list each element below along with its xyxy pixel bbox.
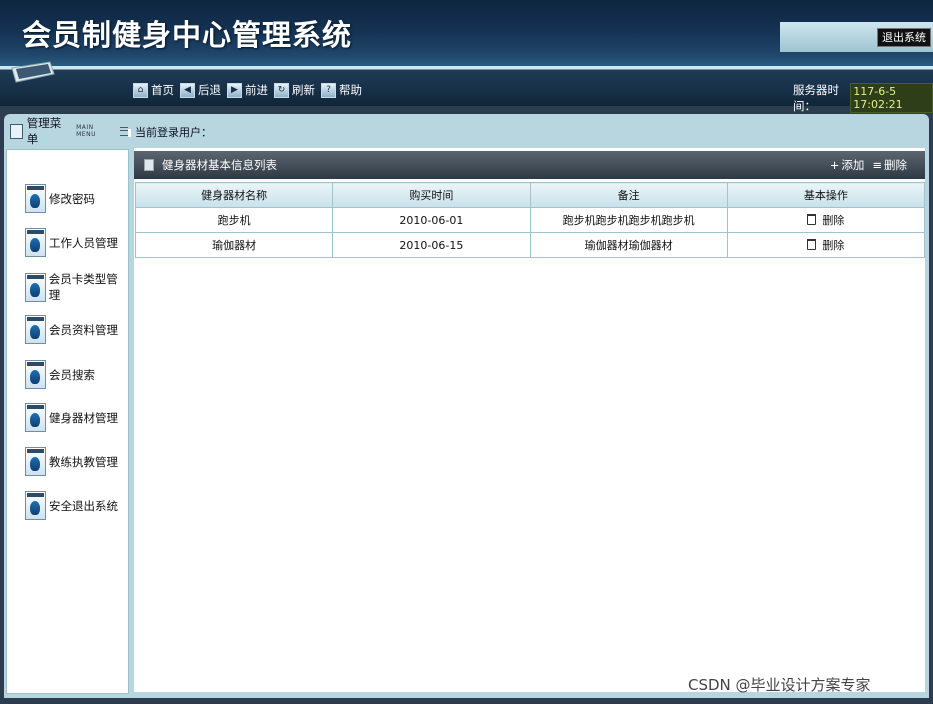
document-icon [25,184,46,213]
sidebar-item-coaching[interactable]: 教练执教管理 [25,447,118,476]
back-arrow-icon: ◀ [180,82,195,98]
sidebar-item-member-profiles[interactable]: 会员资料管理 [25,315,118,344]
cell-note: 跑步机跑步机跑步机跑步机 [529,207,728,233]
cell-action: 删除 [726,232,926,258]
nav-help-label: 帮助 [339,83,362,97]
sidebar-item-card-types[interactable]: 会员卡类型管理 [25,271,128,303]
row-delete-button[interactable]: 删除 [807,212,844,228]
bulk-delete-label: 删除 [884,158,907,172]
content-panel: 健身器材基本信息列表 + 添加 ≡ 删除 健身器材名称 购买时间 备注 基本操作… [134,148,926,692]
server-time: 服务器时间： 117-6-5 17:02:21 [793,82,933,114]
logout-panel: 退出系统 [780,22,933,52]
watermark: CSDN @毕业设计方案专家 [688,676,871,694]
home-icon: ⌂ [133,82,148,98]
page-title: 健身器材基本信息列表 [162,158,277,172]
cell-action: 删除 [726,207,926,233]
document-icon [25,447,46,476]
sidebar-item-label: 健身器材管理 [49,410,118,425]
nav-home[interactable]: ⌂ 首页 [133,82,174,98]
menu-icon [10,123,23,139]
menu-title: 管理菜单 [26,116,62,146]
sidebar-item-label: 会员资料管理 [49,322,118,337]
row-delete-label: 删除 [822,238,845,252]
server-time-label: 服务器时间： [793,83,839,113]
column-header: 备注 [529,182,728,208]
logout-button[interactable]: 退出系统 [877,28,931,47]
sidebar-item-equipment[interactable]: 健身器材管理 [25,403,118,432]
menu-toggle-icon[interactable] [119,126,130,136]
nav-back-label: 后退 [198,83,221,97]
nav-back[interactable]: ◀ 后退 [180,82,221,98]
plus-icon: + [829,158,840,172]
current-user: 当前登录用户： [128,124,212,140]
table-header-row: 健身器材名称 购买时间 备注 基本操作 [134,182,926,208]
menu-header: 管理菜单 MAIN MENU [6,116,130,146]
nav-forward[interactable]: ▶ 前进 [227,82,268,98]
menu-title-en: MAIN MENU [76,124,96,138]
sidebar-item-label: 会员搜索 [49,367,95,382]
current-user-label: 当前登录用户： [135,126,212,139]
equipment-table: 健身器材名称 购买时间 备注 基本操作 跑步机 2010-06-01 跑步机跑步… [134,182,926,258]
add-label: 添加 [841,158,865,172]
forward-arrow-icon: ▶ [227,82,242,98]
nav-refresh-label: 刷新 [292,83,315,97]
nav-forward-label: 前进 [245,83,268,97]
bulk-delete-button[interactable]: ≡ 删除 [872,157,907,173]
cell-date: 2010-06-15 [332,232,531,258]
row-delete-label: 删除 [822,213,845,227]
nav-refresh[interactable]: ↻ 刷新 [274,82,315,98]
document-icon [25,228,46,257]
document-icon [25,403,46,432]
sidebar-item-label: 会员卡类型管理 [48,272,118,302]
sidebar-item-member-search[interactable]: 会员搜索 [25,360,95,389]
help-icon: ? [321,82,336,98]
content-header: 健身器材基本信息列表 + 添加 ≡ 删除 [134,151,925,179]
page-icon [144,159,154,171]
column-header: 基本操作 [726,182,926,208]
sidebar: 修改密码 工作人员管理 会员卡类型管理 会员资料管理 会员搜索 健身器材管理 教… [6,149,129,694]
refresh-icon: ↻ [274,82,289,98]
app-title: 会员制健身中心管理系统 [22,18,353,52]
trash-icon [807,214,817,226]
sidebar-item-label: 工作人员管理 [49,235,118,250]
cell-name: 瑜伽器材 [134,232,334,258]
document-icon [25,272,46,302]
row-delete-button[interactable]: 删除 [807,237,844,253]
document-icon [25,360,46,389]
document-icon [25,491,46,520]
monitor-icon [11,61,55,83]
nav-toolbar: ⌂ 首页 ◀ 后退 ▶ 前进 ↻ 刷新 ? 帮助 [133,82,362,98]
trash-icon [807,239,817,251]
add-button[interactable]: + 添加 [830,157,865,173]
sidebar-item-change-password[interactable]: 修改密码 [25,184,95,213]
table-row: 跑步机 2010-06-01 跑步机跑步机跑步机跑步机 删除 [134,207,926,233]
list-icon: ≡ [872,158,882,172]
document-icon [25,315,46,344]
table-row: 瑜伽器材 2010-06-15 瑜伽器材瑜伽器材 删除 [134,232,926,258]
cell-name: 跑步机 [134,207,334,233]
sidebar-item-label: 安全退出系统 [49,498,118,513]
sidebar-item-label: 教练执教管理 [49,454,118,469]
cell-note: 瑜伽器材瑜伽器材 [529,232,728,258]
sidebar-item-staff[interactable]: 工作人员管理 [25,228,118,257]
top-banner: 会员制健身中心管理系统 退出系统 [0,0,933,66]
server-time-value: 117-6-5 17:02:21 [850,83,933,113]
cell-date: 2010-06-01 [332,207,531,233]
nav-help[interactable]: ? 帮助 [321,82,362,98]
user-marker-icon [128,129,131,137]
nav-home-label: 首页 [151,83,174,97]
column-header: 健身器材名称 [134,182,334,208]
column-header: 购买时间 [332,182,531,208]
sidebar-item-logout[interactable]: 安全退出系统 [25,491,118,520]
sidebar-item-label: 修改密码 [49,191,95,206]
